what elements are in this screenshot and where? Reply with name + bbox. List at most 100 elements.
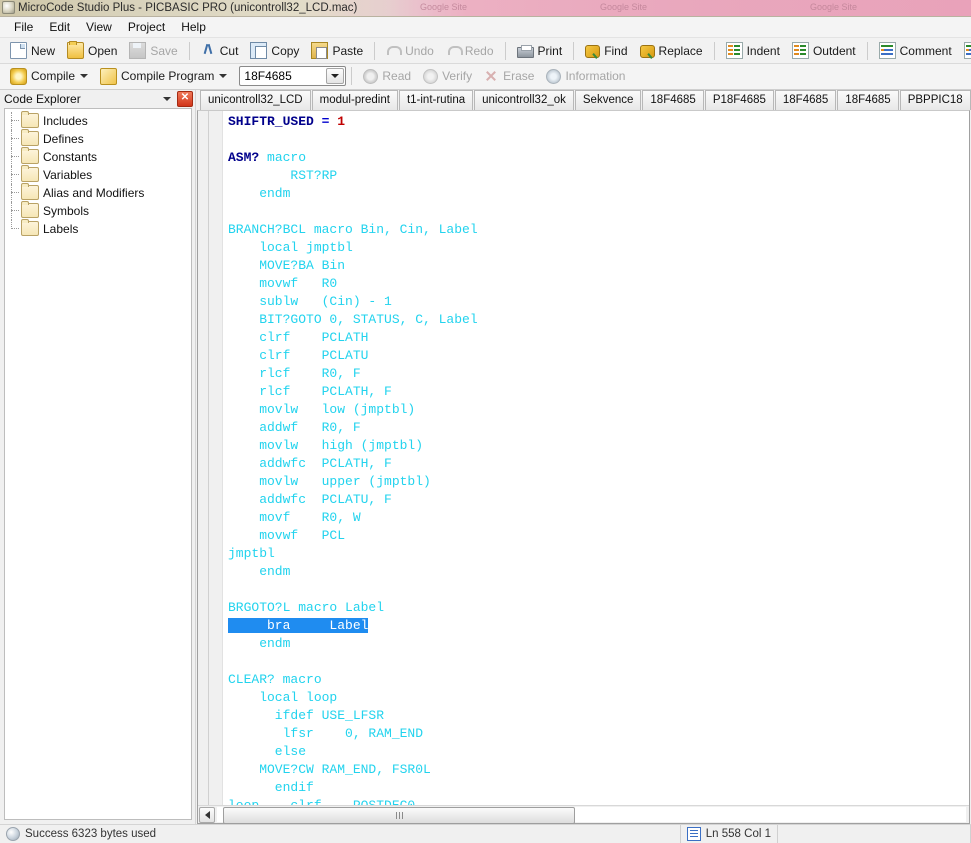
open-button[interactable]: Open <box>61 39 123 62</box>
copy-button[interactable]: Copy <box>244 39 305 62</box>
compile-program-button-label: Compile Program <box>121 69 214 83</box>
sidebar-item-alias-and-modifiers[interactable]: Alias and Modifiers <box>5 184 191 202</box>
code-line: endm <box>228 563 969 581</box>
uncomment-lines-icon <box>964 42 971 59</box>
menu-file[interactable]: File <box>6 18 41 36</box>
toolbar-separator <box>867 42 868 60</box>
device-select[interactable]: 18F4685 <box>239 66 346 86</box>
editor-tab-strip: unicontroll32_LCDmodul-predintt1-int-rut… <box>196 90 971 111</box>
outdent-button[interactable]: Outdent <box>786 39 862 62</box>
code-line: rlcf R0, F <box>228 365 969 383</box>
copy-icon <box>250 42 267 59</box>
code-line: bra Label <box>228 617 969 635</box>
menu-edit[interactable]: Edit <box>41 18 78 36</box>
code-token: movlw high (jmptbl) <box>228 438 423 453</box>
code-line: sublw (Cin) - 1 <box>228 293 969 311</box>
menu-project[interactable]: Project <box>120 18 173 36</box>
tree-connector <box>9 148 21 166</box>
tree-connector <box>9 130 21 148</box>
compile-program-button[interactable]: Compile Program <box>94 65 233 88</box>
undo-button[interactable]: Undo <box>380 39 440 62</box>
editor-tab[interactable]: Sekvence <box>575 90 642 110</box>
code-line: movwf R0 <box>228 275 969 293</box>
tree-connector <box>9 220 21 238</box>
code-line: movwf PCL <box>228 527 969 545</box>
editor-frame: SHIFTR_USED = 1 ASM? macro RST?RP endm B… <box>197 110 970 824</box>
code-token: 1 <box>337 114 345 129</box>
code-line <box>228 131 969 149</box>
code-explorer-menu-button[interactable] <box>160 92 174 106</box>
sidebar-item-symbols[interactable]: Symbols <box>5 202 191 220</box>
read-button[interactable]: Read <box>357 65 417 88</box>
compile-star-icon <box>10 68 27 85</box>
toolbar-separator <box>189 42 190 60</box>
editor-tab[interactable]: 18F4685 <box>642 90 703 110</box>
tree-label: Labels <box>43 222 78 236</box>
print-button[interactable]: Print <box>511 39 569 62</box>
printer-icon <box>517 47 534 58</box>
device-select-arrow[interactable] <box>326 68 344 84</box>
undo-arrow-icon <box>386 43 401 58</box>
code-token: endm <box>228 186 290 201</box>
information-button[interactable]: Information <box>540 65 631 88</box>
editor-tab[interactable]: modul-predint <box>312 90 398 110</box>
copy-button-label: Copy <box>271 44 299 58</box>
code-token: RST?RP <box>228 168 337 183</box>
code-explorer-close-button[interactable]: ✕ <box>177 91 193 107</box>
chevron-down-icon <box>219 74 227 78</box>
cut-button[interactable]: Cut <box>195 39 245 62</box>
code-line: movlw upper (jmptbl) <box>228 473 969 491</box>
editor-tab[interactable]: 18F4685 <box>775 90 836 110</box>
uncomment-button[interactable]: Uncomment <box>958 39 971 62</box>
replace-button[interactable]: Replace <box>634 39 709 62</box>
editor-tab[interactable]: P18F4685 <box>705 90 774 110</box>
scroll-track[interactable] <box>217 807 966 822</box>
editor-tab[interactable]: PBPPIC18 <box>900 90 971 110</box>
code-line: loop clrf POSTDEC0 <box>228 797 969 805</box>
erase-button[interactable]: Erase <box>478 65 540 88</box>
code-line: ifdef USE_LFSR <box>228 707 969 725</box>
title-bar: MicroCode Studio Plus - PICBASIC PRO (un… <box>0 0 971 17</box>
code-token: addwfc PCLATU, F <box>228 492 392 507</box>
undo-button-label: Undo <box>405 44 434 58</box>
editor-tab[interactable]: unicontroll32_LCD <box>200 90 311 110</box>
tree-label: Includes <box>43 114 88 128</box>
sidebar-item-defines[interactable]: Defines <box>5 130 191 148</box>
editor-tab[interactable]: unicontroll32_ok <box>474 90 574 110</box>
sidebar-item-labels[interactable]: Labels <box>5 220 191 238</box>
tree-label: Alias and Modifiers <box>43 186 144 200</box>
sidebar-item-variables[interactable]: Variables <box>5 166 191 184</box>
menu-view[interactable]: View <box>78 18 120 36</box>
code-explorer-tree[interactable]: Includes Defines Constants Variables <box>4 108 192 820</box>
chevron-down-icon <box>163 97 171 101</box>
folder-icon <box>21 203 39 218</box>
tree-label: Symbols <box>43 204 89 218</box>
redo-arrow-icon <box>446 43 461 58</box>
status-compile-result: Success 6323 bytes used <box>0 825 681 843</box>
code-editor[interactable]: SHIFTR_USED = 1 ASM? macro RST?RP endm B… <box>223 111 969 805</box>
scroll-thumb[interactable] <box>223 807 575 824</box>
editor-horizontal-scrollbar[interactable] <box>198 805 969 823</box>
sidebar-item-includes[interactable]: Includes <box>5 112 191 130</box>
save-button[interactable]: Save <box>123 39 183 62</box>
comment-button[interactable]: Comment <box>873 39 958 62</box>
replace-button-label: Replace <box>659 44 703 58</box>
scroll-left-arrow[interactable] <box>199 807 215 823</box>
verify-button[interactable]: Verify <box>417 65 478 88</box>
sidebar-item-constants[interactable]: Constants <box>5 148 191 166</box>
new-button[interactable]: New <box>4 39 61 62</box>
code-line: BRGOTO?L macro Label <box>228 599 969 617</box>
menu-help[interactable]: Help <box>173 18 214 36</box>
redo-button[interactable]: Redo <box>440 39 500 62</box>
find-button[interactable]: Find <box>579 39 633 62</box>
folder-icon <box>21 149 39 164</box>
compile-button[interactable]: Compile <box>4 65 94 88</box>
indent-icon <box>726 42 743 59</box>
indent-button[interactable]: Indent <box>720 39 786 62</box>
main-toolbar: New Open Save Cut Copy Paste Undo <box>0 38 971 64</box>
editor-tab[interactable]: 18F4685 <box>837 90 898 110</box>
paste-button[interactable]: Paste <box>305 39 369 62</box>
editor-tab[interactable]: t1-int-rutina <box>399 90 473 110</box>
editor-gutter <box>209 111 223 805</box>
app-icon <box>2 1 15 14</box>
